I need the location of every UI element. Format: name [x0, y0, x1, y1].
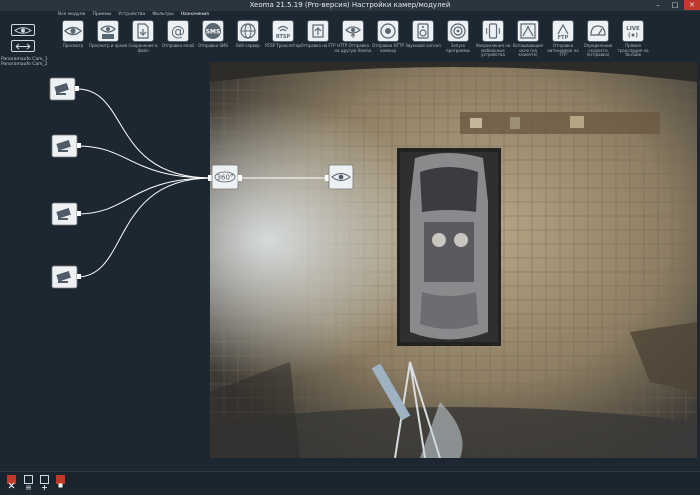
- svg-text:FTP: FTP: [558, 35, 569, 41]
- minimize-button[interactable]: –: [650, 0, 666, 10]
- toolbar-label: Всплывающее окно (на клиенте): [512, 43, 544, 58]
- toolbar-label: Определение скорости (отправка): [583, 43, 613, 58]
- fisheye-preview-image: [210, 62, 697, 458]
- ftp-upload-icon: [307, 20, 329, 42]
- toolbar-label: Запуск программы: [446, 43, 470, 53]
- globe-icon: [237, 20, 259, 42]
- module-link: [76, 88, 213, 179]
- module-link: [76, 177, 213, 215]
- http-upload-icon: [342, 20, 364, 42]
- bottom-bar: [0, 471, 700, 490]
- view-node[interactable]: [325, 164, 354, 190]
- toolbar-item-web-server[interactable]: Веб-сервер: [231, 19, 265, 61]
- toolbar-item-run-program[interactable]: Запуск программы: [441, 19, 475, 61]
- destinations-toolbar: Просмотр Просмотр и архив Сохранение в ф…: [56, 19, 656, 61]
- popup-icon: [517, 20, 539, 42]
- menu-destinations[interactable]: Назначения: [179, 11, 211, 19]
- rtsp-icon: RTSP: [272, 20, 294, 42]
- module-link: [76, 177, 213, 278]
- toolbar-label: Звуковой сигнал: [405, 43, 441, 48]
- live-icon: LIVE: [622, 20, 644, 42]
- minimize-icon: –: [656, 1, 660, 9]
- http-command-icon: [377, 20, 399, 42]
- toolbar-label: Прямая трансляция на YouTube: [617, 43, 649, 58]
- menu-all-modules[interactable]: Все модули: [56, 11, 87, 19]
- toolbar-item-save-file[interactable]: Сохранение в файл: [126, 19, 160, 61]
- toolbar-label: Веб-сервер: [236, 43, 260, 48]
- unwarp-360-icon: 360°: [214, 171, 236, 183]
- toolbar-item-rtsp[interactable]: RTSP RTSP Транслятор: [265, 19, 301, 61]
- toolbar-item-youtube-live[interactable]: LIVE Прямая трансляция на YouTube: [616, 19, 650, 61]
- toolbar-item-sms[interactable]: SMS Отправка SMS: [196, 19, 230, 61]
- toolbar-label: Отправка HTTP команд: [372, 43, 404, 53]
- list-icon: [26, 485, 31, 490]
- add-icon: [42, 485, 47, 490]
- toolbar-label: Просмотр и архив: [89, 43, 127, 48]
- menu-receivers[interactable]: Приемы: [90, 11, 113, 19]
- unwarp-360-node[interactable]: 360°: [208, 164, 242, 190]
- file-save-icon: [132, 20, 154, 42]
- toolbar-item-http-command[interactable]: Отправка HTTP команд: [371, 19, 405, 61]
- connect-mode-button[interactable]: [11, 40, 35, 52]
- toolbar-item-view[interactable]: Просмотр: [56, 19, 90, 61]
- list-button[interactable]: [24, 475, 33, 490]
- svg-text:@: @: [171, 24, 185, 40]
- toolbar-item-view-archive[interactable]: Просмотр и архив: [89, 19, 127, 61]
- stop-button[interactable]: [56, 475, 65, 488]
- toolbar-label: RTSP Транслятор: [265, 43, 301, 48]
- toolbar-item-http-upload[interactable]: HTTP Отправка на другую Xeoma: [334, 19, 372, 61]
- eye-icon: [14, 27, 32, 34]
- at-icon: @: [167, 20, 189, 42]
- toolbar-label: HTTP Отправка на другую Xeoma: [334, 43, 372, 53]
- svg-text:RTSP: RTSP: [276, 34, 291, 40]
- toolbar-label: Отправка автономера на FTP: [547, 43, 579, 58]
- ftp-icon: FTP: [552, 20, 574, 42]
- svg-text:360°: 360°: [217, 174, 234, 182]
- mobile-icon: [482, 20, 504, 42]
- camera-list: Panoramaufo Cam_1 Panoramaufo Cam_2: [0, 57, 52, 471]
- toolbar-item-speed[interactable]: Определение скорости (отправка): [581, 19, 615, 61]
- delete-button[interactable]: [7, 475, 16, 489]
- maximize-button[interactable]: □: [667, 0, 683, 10]
- svg-text:SMS: SMS: [206, 29, 221, 36]
- camera-node[interactable]: [49, 77, 79, 101]
- link-arrows-icon: [15, 43, 31, 50]
- svg-text:LIVE: LIVE: [626, 26, 640, 32]
- close-button[interactable]: ✕: [684, 0, 700, 10]
- window-title: Xeoma 21.5.19 (Pro-версия) Настройки кам…: [249, 1, 451, 9]
- toolbar-label: Просмотр: [62, 43, 84, 48]
- toolbar-item-email[interactable]: @ Отправка email: [161, 19, 195, 61]
- toolbar-item-plate-ftp[interactable]: FTP Отправка автономера на FTP: [546, 19, 580, 61]
- menu-devices[interactable]: Устройства: [116, 11, 147, 19]
- archive-icon: [97, 20, 119, 42]
- camera-node[interactable]: [51, 134, 81, 158]
- toolbar-item-sound[interactable]: Звуковой сигнал: [405, 19, 441, 61]
- module-link: [76, 145, 213, 179]
- close-icon: ✕: [689, 1, 695, 9]
- toolbar-item-ftp-upload[interactable]: Отправка на FTP: [300, 19, 336, 61]
- toolbar-label: Отправка на FTP: [300, 43, 336, 48]
- maximize-icon: □: [671, 1, 679, 9]
- module-category-menu: Все модули Приемы Устройства Фильтры Наз…: [56, 11, 211, 19]
- title-bar: Xeoma 21.5.19 (Pro-версия) Настройки кам…: [0, 0, 700, 11]
- menu-filters[interactable]: Фильтры: [150, 11, 175, 19]
- toolbar-label: Уведомления на мобильные устройства: [475, 43, 511, 58]
- toolbar-item-mobile-notify[interactable]: Уведомления на мобильные устройства: [476, 19, 510, 61]
- speed-icon: [587, 20, 609, 42]
- toolbar-label: Отправка SMS: [197, 43, 229, 48]
- camera-node[interactable]: [51, 265, 81, 289]
- side-tools: [0, 11, 52, 57]
- toolbar-label: Сохранение в файл: [128, 43, 158, 53]
- target-icon: [447, 20, 469, 42]
- camera-node[interactable]: [51, 202, 81, 226]
- eye-icon: [62, 20, 84, 42]
- camera-preview: [210, 62, 697, 458]
- toolbar-item-popup[interactable]: Всплывающее окно (на клиенте): [511, 19, 545, 61]
- preview-mode-button[interactable]: [11, 24, 35, 36]
- sms-icon: SMS: [202, 20, 224, 42]
- add-camera-button[interactable]: [40, 475, 49, 490]
- toolbar-label: Отправка email: [161, 43, 195, 48]
- camera-list-item[interactable]: Panoramaufo Cam_2: [1, 62, 48, 67]
- speaker-icon: [412, 20, 434, 42]
